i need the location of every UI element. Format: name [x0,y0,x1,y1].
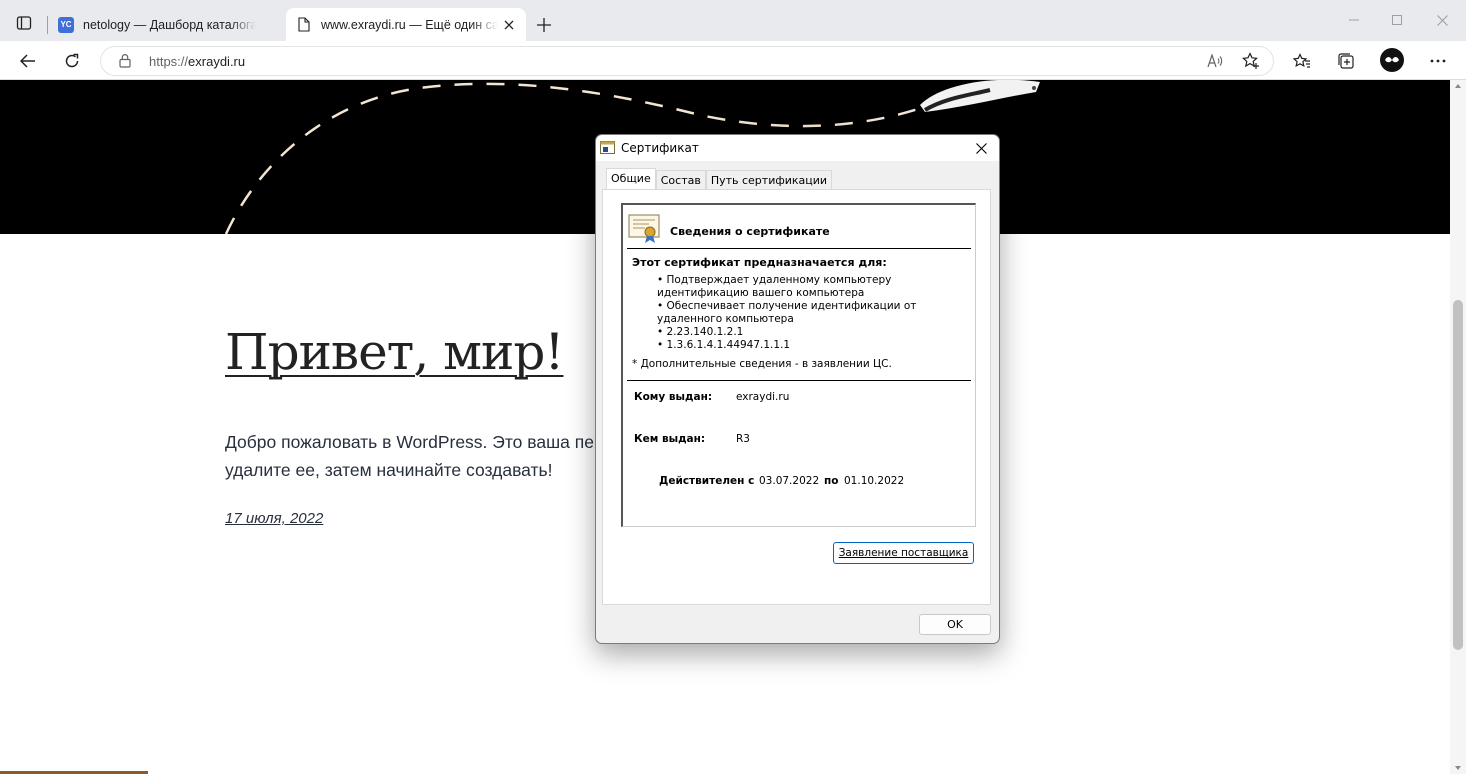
reload-icon[interactable] [59,48,85,74]
url-host: exraydi.ru [188,54,246,69]
tab-actions-icon[interactable] [10,9,38,37]
maximize-icon[interactable] [1385,8,1409,32]
issued-to-label: Кому выдан: [634,391,713,403]
collections-icon[interactable] [1333,48,1359,74]
certificate-icon [600,141,615,154]
more-info-note: * Дополнительные сведения - в заявлении … [632,358,892,370]
purpose-item: • Подтверждает удаленному компьютеру иде… [657,274,892,299]
new-tab-button[interactable] [531,12,557,38]
back-icon[interactable] [15,48,41,74]
tab-separator [47,16,48,34]
address-bar[interactable]: https://exraydi.ru [100,46,1274,76]
valid-from-value: 03.07.2022 [759,475,820,487]
post-title-link[interactable]: Привет, мир! [225,323,564,381]
favorites-icon[interactable] [1289,48,1315,74]
dialog-tabs: Общие Состав Путь сертификации [606,168,833,192]
divider [627,380,971,381]
tab-title: netology — Дашборд каталога [83,17,256,32]
minimize-icon[interactable] [1342,8,1366,32]
profile-avatar[interactable] [1380,48,1404,72]
dialog-close-icon[interactable] [971,138,991,158]
tab-title: www.exraydi.ru — Ещё один сайт [321,17,498,32]
purpose-item: • Обеспечивает получение идентификации о… [657,300,917,325]
page-scrollbar[interactable] [1450,80,1466,774]
more-menu-icon[interactable] [1425,48,1451,74]
dialog-titlebar[interactable]: Сертификат [596,135,999,161]
certificate-ribbon-icon [628,214,660,244]
bird-illustration [920,80,1040,112]
tab-close-icon[interactable] [256,14,278,36]
info-heading: Сведения о сертификате [670,225,830,238]
window-close-icon[interactable] [1430,8,1454,32]
purpose-item: • 1.3.6.1.4.1.44947.1.1.1 [657,339,791,351]
purpose-heading: Этот сертификат предназначается для: [632,256,887,269]
issued-by-label: Кем выдан: [634,433,706,445]
scroll-thumb[interactable] [1453,300,1463,650]
tab-exraydi[interactable]: www.exraydi.ru — Ещё один сайт [286,8,526,41]
issuer-statement-button[interactable]: Заявление поставщика [833,542,974,564]
tab-close-icon[interactable] [498,14,520,36]
scroll-down-icon[interactable] [1455,766,1461,770]
page-favicon-icon [296,17,312,33]
divider [627,248,971,249]
issued-by-value: R3 [736,433,750,445]
tab-details[interactable]: Состав [655,170,706,191]
post-date-link[interactable]: 17 июля, 2022 [225,510,323,527]
add-favorite-icon[interactable] [1240,50,1262,72]
tab-netology[interactable]: YC netology — Дашборд каталога [48,8,284,41]
ok-button[interactable]: OK [919,614,991,635]
certificate-info-box: Сведения о сертификате Этот сертификат п… [621,203,976,527]
purpose-item: • 2.23.140.1.2.1 [657,326,744,338]
valid-to-value: 01.10.2022 [844,475,905,487]
purpose-list: • Подтверждает удаленному компьютеру иде… [657,274,967,352]
url-text[interactable]: https://exraydi.ru [149,54,245,69]
general-tab-panel: Сведения о сертификате Этот сертификат п… [602,189,991,605]
valid-from-label: Действителен с [659,475,755,487]
tab-strip: YC netology — Дашборд каталога www.exray… [0,0,1466,41]
valid-to-label: по [824,475,839,487]
lock-icon[interactable] [119,53,135,69]
yandex-cloud-favicon-icon: YC [58,16,74,33]
browser-toolbar: https://exraydi.ru [0,41,1466,80]
url-prefix: https:// [149,54,189,69]
read-aloud-icon[interactable] [1204,50,1226,72]
dialog-title: Сертификат [621,141,699,155]
issued-to-value: exraydi.ru [736,391,790,403]
scroll-up-icon[interactable] [1455,84,1461,88]
certificate-dialog: Сертификат Общие Состав Путь сертификаци… [595,134,1000,644]
tab-certification-path[interactable]: Путь сертификации [705,170,833,191]
